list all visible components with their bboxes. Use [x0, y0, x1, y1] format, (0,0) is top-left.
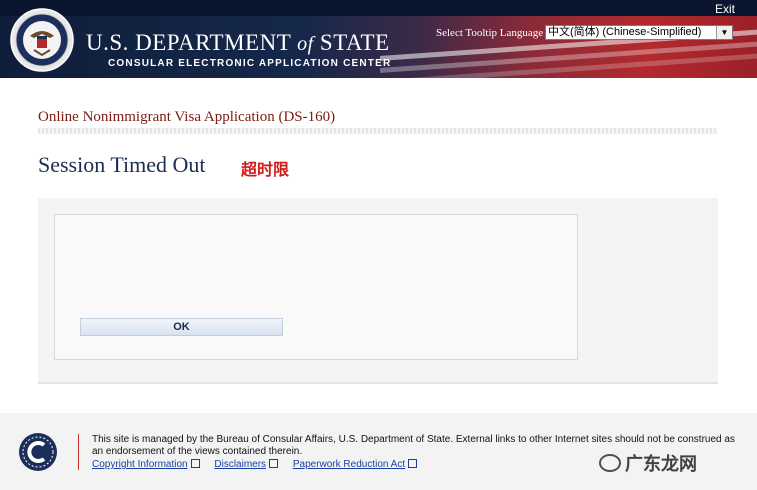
header-topbar [0, 0, 757, 16]
tooltip-language-select[interactable]: 中文(简体) (Chinese-Simplified) ▼ [545, 25, 733, 40]
page-title: Session Timed Out [38, 152, 206, 177]
footer-divider [78, 434, 79, 470]
ok-button[interactable]: OK [80, 318, 283, 336]
exit-link[interactable]: Exit [715, 2, 735, 16]
external-link-icon [190, 459, 200, 468]
department-subtitle: CONSULAR ELECTRONIC APPLICATION CENTER [108, 58, 392, 69]
tooltip-language-label: Select Tooltip Language [436, 27, 544, 39]
tooltip-language-value: 中文(简体) (Chinese-Simplified) [548, 26, 702, 38]
department-title-part: U.S. DEPARTMENT [86, 30, 298, 55]
department-title-of: of [297, 33, 314, 55]
department-title-part: STATE [313, 30, 390, 55]
external-link-icon [269, 459, 279, 468]
footer-links: Copyright Information Disclaimers Paperw… [92, 458, 429, 470]
copyright-information-link[interactable]: Copyright Information [92, 459, 200, 470]
link-label: Paperwork Reduction Act [292, 459, 406, 470]
wechat-icon [599, 454, 621, 472]
watermark: 广东龙网 [599, 450, 697, 476]
title-divider [38, 128, 718, 134]
chevron-down-icon[interactable]: ▼ [716, 26, 732, 39]
watermark-text: 广东龙网 [625, 454, 697, 474]
disclaimers-link[interactable]: Disclaimers [214, 459, 279, 470]
department-seal-icon [10, 8, 74, 72]
external-link-icon [408, 459, 418, 468]
department-title: U.S. DEPARTMENT of STATE [86, 30, 390, 56]
message-box [54, 214, 578, 360]
consular-affairs-logo-icon [19, 433, 57, 471]
application-title: Online Nonimmigrant Visa Application (DS… [38, 109, 336, 125]
link-label: Disclaimers [214, 459, 267, 470]
link-label: Copyright Information [92, 459, 188, 470]
page-title-chinese: 超时限 [241, 162, 290, 179]
paperwork-reduction-act-link[interactable]: Paperwork Reduction Act [292, 459, 418, 470]
